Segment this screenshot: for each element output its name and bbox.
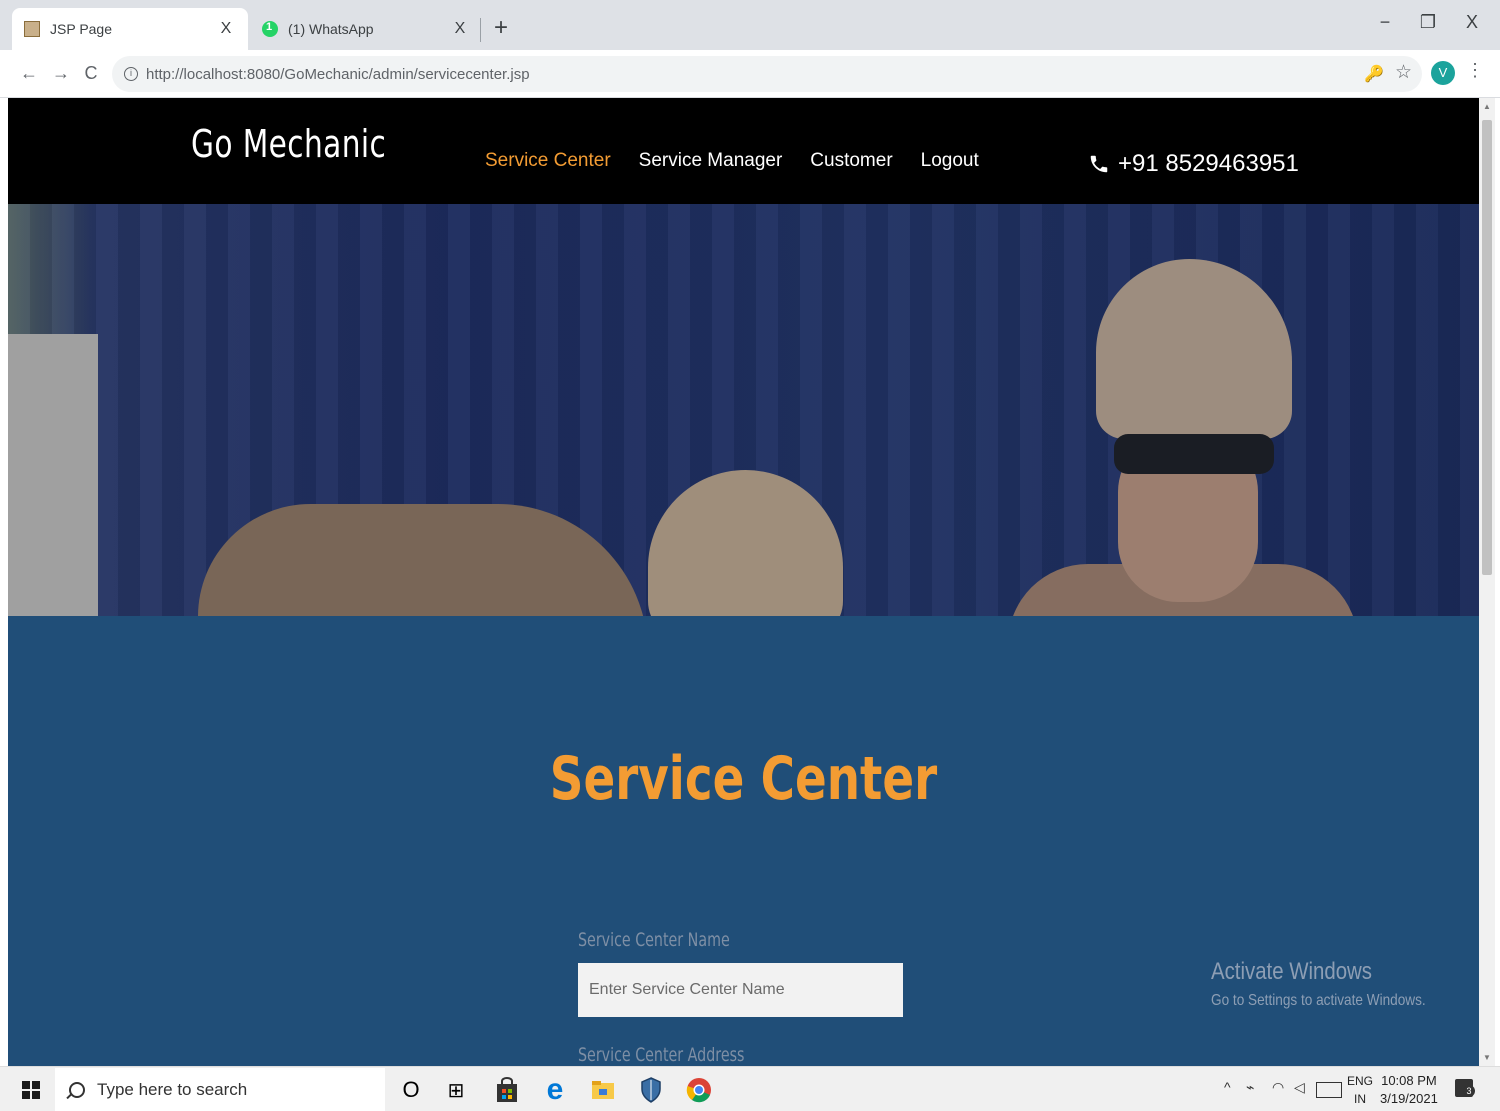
tab-title: JSP Page [50,21,113,37]
site-info-icon[interactable]: i [124,67,138,81]
browser-menu-icon[interactable]: ⋮ [1466,60,1484,81]
reload-button[interactable]: C [78,60,104,86]
new-tab-button[interactable]: + [490,14,512,42]
cortana-icon[interactable]: O [396,1075,426,1105]
main-menu: Service Center Service Manager Customer … [485,150,979,172]
language-indicator[interactable]: ENG IN [1347,1072,1373,1108]
tab-close-icon[interactable]: X [216,20,236,38]
keyboard-icon[interactable] [1316,1082,1342,1098]
edge-icon[interactable]: e [540,1073,570,1106]
tab-separator [480,18,481,42]
tab-title: (1) WhatsApp [288,21,374,37]
search-icon [69,1082,85,1098]
address-bar[interactable]: i http://localhost:8080/GoMechanic/admin… [112,56,1422,92]
bookmark-star-icon[interactable]: ☆ [1395,61,1412,84]
tab-whatsapp[interactable]: (1) WhatsApp X [250,8,482,50]
scroll-thumb[interactable] [1482,120,1492,575]
activate-windows-watermark: Activate Windows Go to Settings to activ… [1211,958,1464,1010]
section-title: Service Center [549,744,938,814]
nav-service-manager[interactable]: Service Manager [639,150,783,172]
defender-icon[interactable] [636,1075,666,1105]
phone-number: +91 8529463951 [1118,150,1299,177]
clock-date: 3/19/2021 [1380,1091,1438,1106]
page-viewport: Go Mechanic Service Center Service Manag… [8,98,1479,1066]
wifi-icon[interactable]: ◠ [1272,1079,1284,1096]
phone-icon [1090,155,1108,173]
url-text[interactable]: http://localhost:8080/GoMechanic/admin/s… [146,66,530,83]
nav-customer[interactable]: Customer [810,150,892,172]
taskbar-search-placeholder: Type here to search [97,1080,248,1099]
task-view-icon[interactable]: ⊞ [441,1075,471,1105]
brand-logo[interactable]: Go Mechanic [191,122,386,166]
browser-tab-strip: JSP Page X (1) WhatsApp X + − ❐ X [0,0,1500,50]
service-center-name-input[interactable] [578,963,903,1017]
close-window-button[interactable]: X [1457,12,1487,33]
maximize-button[interactable]: ❐ [1413,12,1443,33]
profile-avatar[interactable]: V [1431,61,1455,85]
clock-time: 10:08 PM [1381,1073,1437,1088]
forward-button[interactable]: → [48,60,74,86]
nav-service-center[interactable]: Service Center [485,150,611,172]
taskbar-search-box[interactable]: Type here to search [55,1068,385,1111]
scroll-down-arrow-icon[interactable]: ▼ [1482,1053,1492,1062]
page-favicon-icon [24,21,40,37]
watermark-subtitle: Go to Settings to activate Windows. [1211,992,1426,1009]
whatsapp-favicon-icon [262,21,278,37]
back-button[interactable]: ← [16,60,42,86]
tab-close-icon[interactable]: X [450,20,470,38]
taskbar-clock[interactable]: 10:08 PM 3/19/2021 [1380,1072,1438,1108]
notifications-icon[interactable]: 3 [1455,1079,1475,1097]
hero-image [8,204,1479,616]
chrome-icon[interactable] [684,1075,714,1105]
file-explorer-icon[interactable] [588,1075,618,1105]
windows-taskbar: Type here to search O ⊞ e ^ ⌁ ◠ ◁ ENG IN… [0,1066,1500,1111]
browser-toolbar: ← → C i http://localhost:8080/GoMechanic… [0,50,1500,98]
notification-count: 3 [1463,1085,1475,1097]
minimize-button[interactable]: − [1370,12,1400,33]
windows-start-icon[interactable] [22,1081,40,1099]
tray-chevron-icon[interactable]: ^ [1224,1079,1231,1095]
site-navbar: Go Mechanic Service Center Service Manag… [8,98,1479,204]
key-icon[interactable]: 🔑 [1364,64,1384,84]
service-center-address-label: Service Center Address [578,1044,745,1066]
contact-phone: +91 8529463951 [1088,150,1299,178]
service-center-name-label: Service Center Name [578,929,730,951]
tab-jsp-page[interactable]: JSP Page X [12,8,248,50]
volume-icon[interactable]: ◁ [1294,1079,1305,1096]
nav-logout[interactable]: Logout [921,150,979,172]
screen: JSP Page X (1) WhatsApp X + − ❐ X ← → C … [0,0,1500,1111]
service-center-form-section: Service Center Service Center Name Servi… [8,616,1479,1066]
watermark-title: Activate Windows [1211,958,1372,985]
scroll-up-arrow-icon[interactable]: ▲ [1482,102,1492,111]
page-scrollbar[interactable]: ▲ ▼ [1479,98,1495,1066]
store-icon[interactable] [492,1075,522,1105]
network-icon[interactable]: ⌁ [1246,1079,1254,1096]
